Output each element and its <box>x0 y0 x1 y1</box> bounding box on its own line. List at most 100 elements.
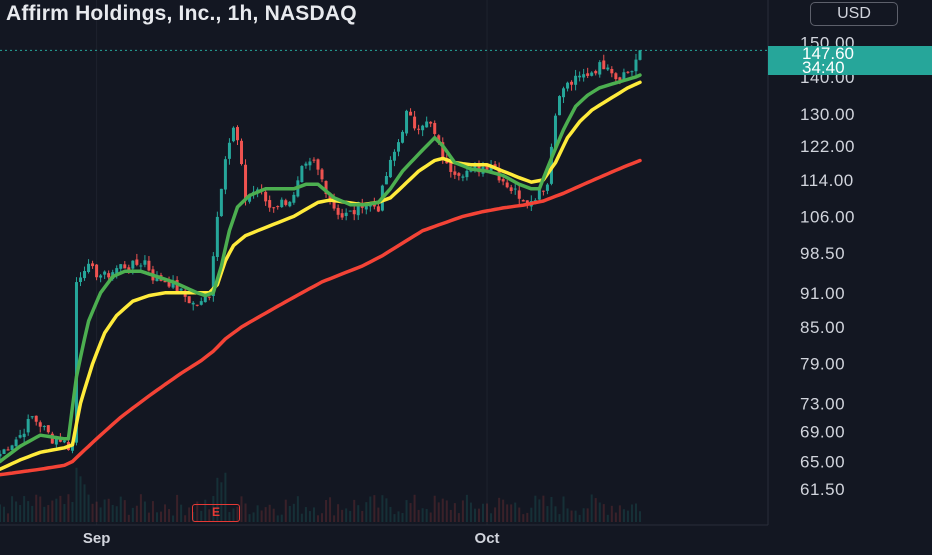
candle-body <box>284 200 288 205</box>
candle-body <box>562 88 566 98</box>
candle-body <box>449 162 453 172</box>
candle-body <box>207 296 211 298</box>
last-price-badge: 147.60 34:40 <box>768 45 932 76</box>
candle-body <box>340 213 344 218</box>
candle-body <box>578 75 582 78</box>
y-tick-label: 61.50 <box>800 480 845 499</box>
candle-body <box>433 123 437 134</box>
candle-body <box>91 263 95 267</box>
candle-body <box>223 159 227 190</box>
candle-body <box>590 72 594 76</box>
volume-bar <box>445 500 448 522</box>
volume-bar <box>99 507 102 522</box>
candle-body <box>187 296 191 304</box>
candle-body <box>95 264 99 278</box>
volume-bar <box>329 497 332 522</box>
candle-body <box>231 127 235 142</box>
volume-bar <box>586 508 589 522</box>
volume-bar <box>433 495 436 522</box>
candle-body <box>103 271 107 275</box>
volume-bar <box>337 504 340 522</box>
candle-body <box>22 433 26 438</box>
volume-bar <box>312 507 315 522</box>
volume-bar <box>498 497 501 522</box>
volume-bar <box>465 494 468 522</box>
candle-body <box>598 62 602 75</box>
earnings-marker[interactable]: E <box>192 504 240 522</box>
volume-bar <box>288 505 291 522</box>
volume-bar <box>35 494 38 522</box>
candle-body <box>413 116 417 129</box>
volume-bar <box>91 503 94 522</box>
volume-bar <box>634 503 637 522</box>
volume-bar <box>272 508 275 522</box>
candle-body <box>54 438 58 445</box>
candle-body <box>606 67 610 70</box>
volume-bar <box>373 495 376 522</box>
volume-bar <box>530 507 533 522</box>
volume-bar <box>264 507 267 522</box>
volume-bar <box>377 507 380 522</box>
candle-body <box>465 170 469 178</box>
candle-body <box>417 128 421 130</box>
candle-body <box>352 210 356 215</box>
candle-body <box>570 81 574 85</box>
candle-body <box>622 72 626 80</box>
volume-bar <box>526 512 529 522</box>
volume-bar <box>321 513 324 522</box>
volume-bar <box>389 506 392 522</box>
volume-bar <box>184 515 187 522</box>
candle-body <box>312 159 316 161</box>
candle-body <box>219 188 223 217</box>
candle-body <box>509 187 513 192</box>
volume-bar <box>23 496 26 522</box>
candle-body <box>276 206 280 208</box>
candle-body <box>46 425 50 433</box>
candle-body <box>300 166 304 183</box>
volume-bar <box>119 496 122 522</box>
y-tick-label: 79.00 <box>800 355 845 374</box>
volume-bar <box>413 494 416 522</box>
volume-bar <box>59 495 62 522</box>
volume-bar <box>168 509 171 522</box>
volume-bar <box>256 505 259 522</box>
volume-bar <box>554 506 557 522</box>
volume-bar <box>570 510 573 522</box>
currency-selector[interactable]: USD <box>810 2 898 26</box>
candle-body <box>30 416 34 418</box>
volume-bar <box>7 513 10 522</box>
volume-bar <box>441 498 444 522</box>
volume-bar <box>79 476 82 522</box>
candle-body <box>586 73 590 76</box>
candle-body <box>614 73 618 80</box>
volume-bar <box>172 515 175 522</box>
candle-body <box>545 184 549 191</box>
volume-bar <box>453 503 456 522</box>
candle-body <box>292 194 296 203</box>
volume-bar <box>538 499 541 522</box>
candle-body <box>203 296 207 303</box>
volume-bar <box>95 501 98 522</box>
volume-bar <box>558 514 561 522</box>
volume-bar <box>341 509 344 522</box>
candle-body <box>119 264 123 269</box>
candle-body <box>179 288 183 291</box>
candle-body <box>87 263 91 273</box>
candle-body <box>388 159 392 178</box>
chart-svg[interactable]: 150.00140.00130.00122.00114.00106.0098.5… <box>0 0 932 550</box>
volume-bar <box>385 498 388 522</box>
volume-bar <box>514 502 517 522</box>
y-tick-label: 69.00 <box>800 423 845 442</box>
chart[interactable]: 150.00 140.00 130.00 122.00 114.00 106.00 98.5… <box>0 0 932 550</box>
volume-bar <box>244 503 247 522</box>
volume-bar <box>429 512 432 522</box>
candle-body <box>336 207 340 215</box>
candle-body <box>147 260 151 271</box>
volume-bar <box>522 514 525 522</box>
volume-bar <box>180 504 183 522</box>
candle-body <box>235 127 239 141</box>
candle-body <box>634 59 638 72</box>
candle-body <box>453 171 457 175</box>
candle-body <box>127 267 131 270</box>
volume-bar <box>365 502 368 522</box>
